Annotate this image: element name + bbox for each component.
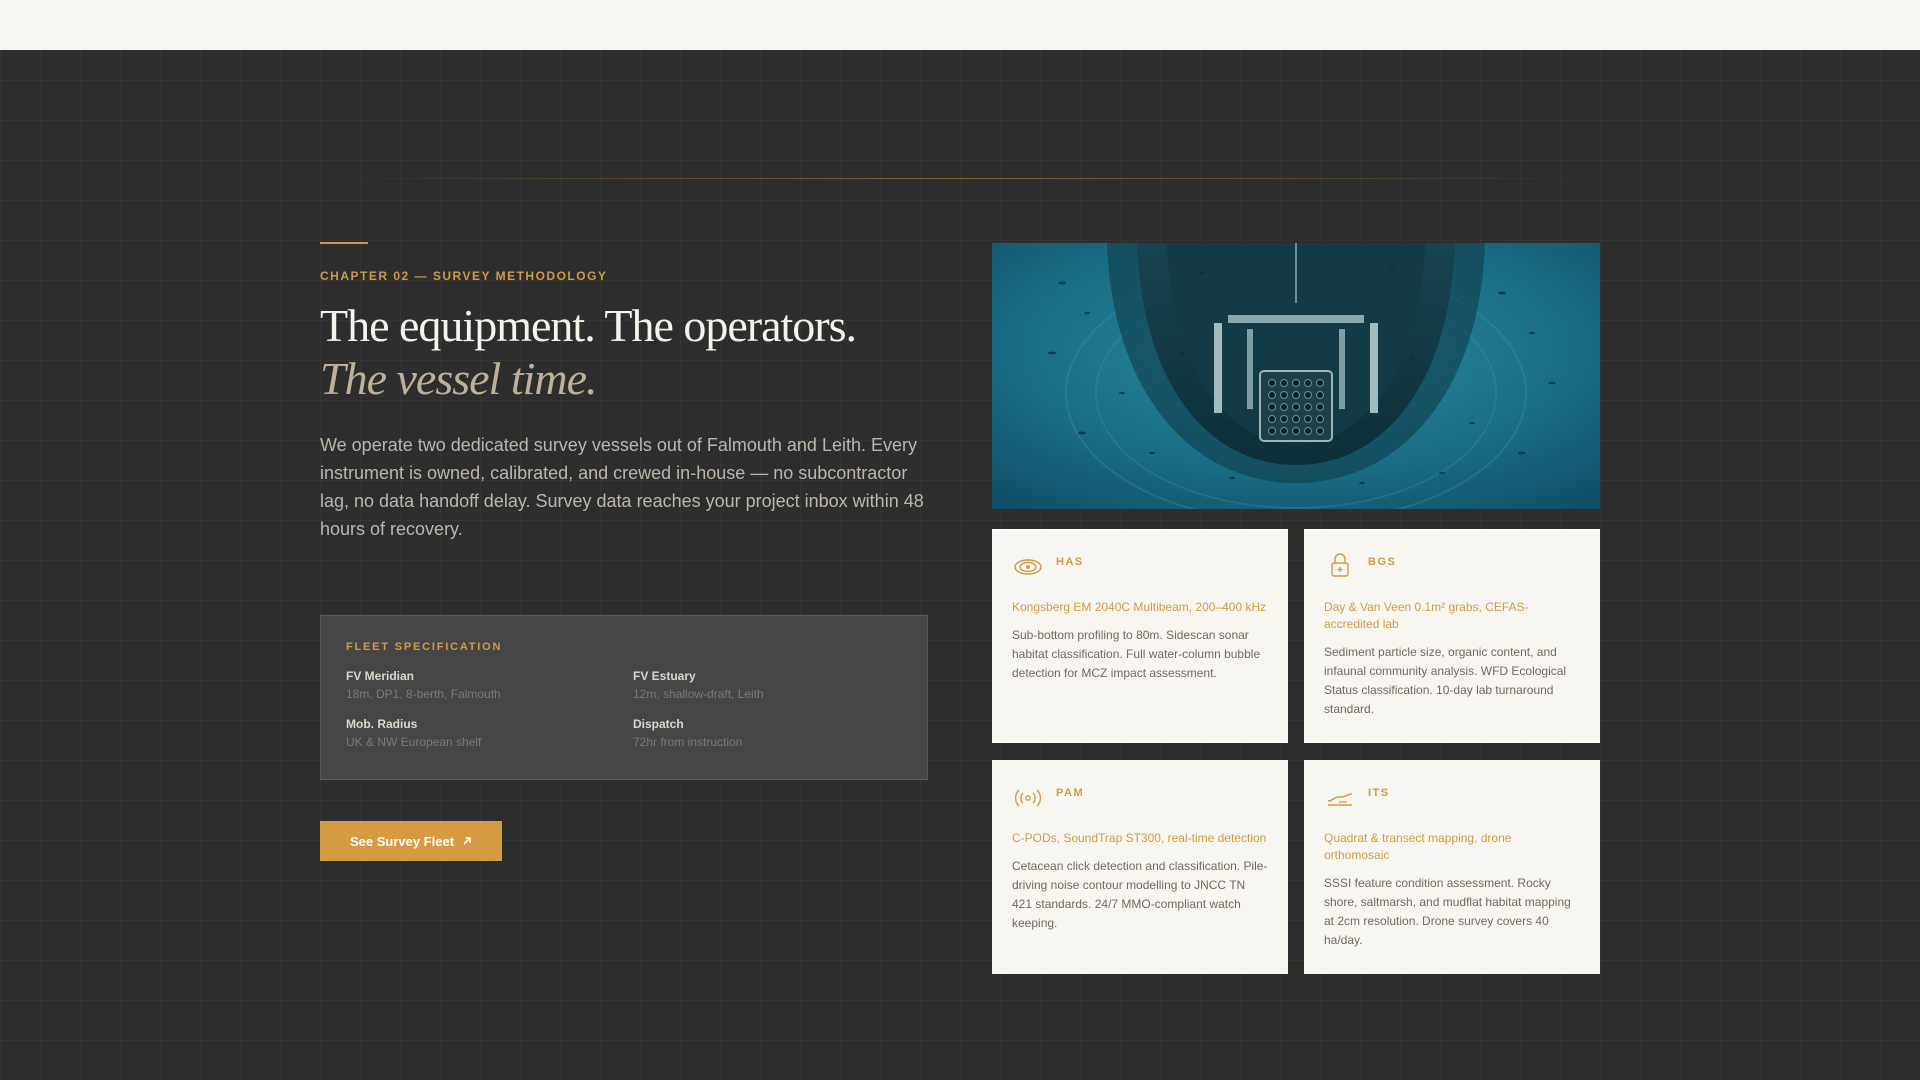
service-card-bgs[interactable]: BGS Day & Van Veen 0.1m² grabs, CEFAS-ac… — [1304, 529, 1600, 743]
cta-label: See Survey Fleet — [349, 833, 455, 849]
shoreline-icon — [1324, 781, 1356, 813]
spec-label: Dispatch — [633, 717, 684, 731]
spec-label: FV Estuary — [633, 669, 696, 683]
accent-rule — [320, 242, 368, 244]
card-description: Sub-bottom profiling to 80m. Sidescan so… — [1012, 628, 1261, 680]
card-description: SSSI feature condition assessment. Rocky… — [1324, 876, 1571, 947]
card-spec: Quadrat & transect mapping, drone orthom… — [1324, 831, 1512, 862]
card-description: Sediment particle size, organic content,… — [1324, 645, 1567, 716]
service-card-has[interactable]: HAS Kongsberg EM 2040C Multibeam, 200–40… — [992, 529, 1288, 743]
title-line-2: The vessel time. — [320, 353, 598, 404]
title-line-1: The equipment. The operators. — [320, 300, 857, 351]
fleet-specification-panel: FLEET SPECIFICATION FV Meridian 18m, DP1… — [320, 615, 928, 780]
spec-value: UK & NW European shelf — [346, 735, 482, 749]
sample-jar-icon — [1324, 550, 1356, 582]
section-divider — [320, 178, 1600, 179]
chapter-eyebrow: CHAPTER 02 — SURVEY METHODOLOGY — [320, 269, 608, 283]
card-description: Cetacean click detection and classificat… — [1012, 859, 1268, 930]
spec-label: FV Meridian — [346, 669, 415, 683]
spec-item-mob-radius: Mob. Radius UK & NW European shelf — [346, 717, 633, 749]
service-card-its[interactable]: ITS Quadrat & transect mapping, drone or… — [1304, 760, 1600, 974]
underwater-vessel-image — [992, 243, 1600, 509]
card-code: BGS — [1368, 556, 1397, 568]
spec-item-fv-meridian: FV Meridian 18m, DP1, 8-berth, Falmouth — [346, 669, 633, 701]
card-code: ITS — [1368, 787, 1390, 799]
service-card-pam[interactable]: PAM C-PODs, SoundTrap ST300, real-time d… — [992, 760, 1288, 974]
spec-item-dispatch: Dispatch 72hr from instruction — [633, 717, 920, 749]
spec-value: 12m, shallow-draft, Leith — [633, 687, 764, 701]
card-spec: Day & Van Veen 0.1m² grabs, CEFAS-accred… — [1324, 600, 1529, 631]
card-spec: C-PODs, SoundTrap ST300, real-time detec… — [1012, 831, 1267, 845]
spec-value: 72hr from instruction — [633, 735, 743, 749]
page-title: The equipment. The operators. The vessel… — [320, 299, 928, 405]
lead-paragraph: We operate two dedicated survey vessels … — [320, 435, 924, 539]
card-code: PAM — [1056, 787, 1085, 799]
spec-item-fv-estuary: FV Estuary 12m, shallow-draft, Leith — [633, 669, 920, 701]
card-spec: Kongsberg EM 2040C Multibeam, 200–400 kH… — [1012, 600, 1267, 614]
arrow-up-right-icon — [463, 837, 471, 845]
fleet-specification-title: FLEET SPECIFICATION — [346, 641, 503, 653]
card-code: HAS — [1056, 556, 1084, 568]
spec-label: Mob. Radius — [346, 717, 418, 731]
top-nav-bar — [0, 0, 1920, 50]
spec-value: 18m, DP1, 8-berth, Falmouth — [346, 687, 501, 701]
acoustic-signal-icon — [1012, 781, 1044, 813]
see-survey-fleet-button[interactable]: See Survey Fleet — [320, 821, 502, 861]
sonar-icon — [1012, 550, 1044, 582]
methodology-intro: CHAPTER 02 — SURVEY METHODOLOGY The equi… — [320, 242, 928, 543]
